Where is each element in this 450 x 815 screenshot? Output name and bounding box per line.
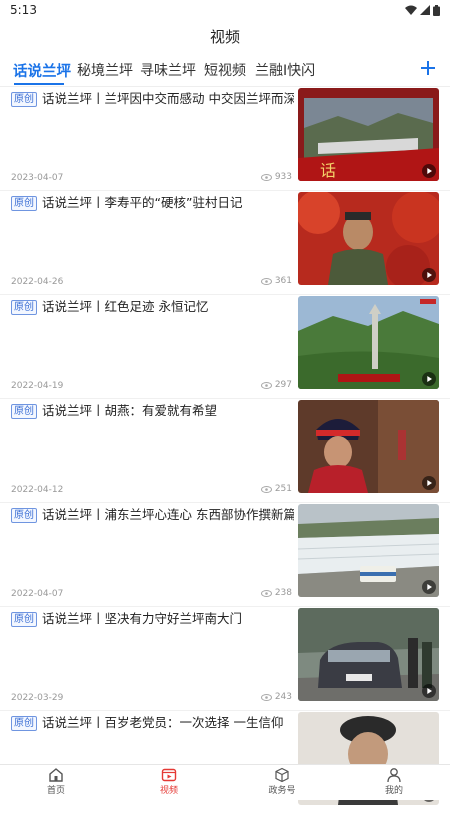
play-icon[interactable] [422, 372, 436, 386]
nav-government[interactable]: 政务号 [252, 767, 312, 796]
battery-icon [433, 4, 440, 16]
view-count-value: 251 [274, 484, 292, 494]
item-date: 2022-04-07 [11, 589, 64, 599]
cube-icon [275, 767, 289, 783]
eye-icon [260, 173, 272, 181]
play-icon[interactable] [422, 268, 436, 282]
list-item[interactable]: 原创 话说兰坪丨胡燕：有爱就有希望 2022-04-12 251 [0, 399, 450, 503]
play-icon[interactable] [422, 684, 436, 698]
view-count: 243 [260, 692, 292, 702]
item-title[interactable]: 话说兰坪丨李寿平的“硬核”驻村日记 [42, 194, 294, 212]
list-item[interactable]: 原创 话说兰坪丨红色足迹 永恒记忆 2022-04-19 297 [0, 295, 450, 399]
item-title[interactable]: 话说兰坪丨红色足迹 永恒记忆 [42, 298, 294, 316]
view-count-value: 243 [274, 692, 292, 702]
play-icon[interactable] [422, 476, 436, 490]
eye-icon [260, 277, 272, 285]
item-title[interactable]: 话说兰坪丨坚决有力守好兰坪南大门 [42, 610, 294, 628]
eye-icon [260, 381, 272, 389]
status-time: 5:13 [10, 3, 37, 17]
item-title[interactable]: 话说兰坪丨百岁老党员：一次选择 一生信仰 [42, 714, 294, 732]
original-badge: 原创 [11, 716, 37, 731]
tab-short-video[interactable]: 短视频 [204, 60, 246, 80]
view-count-value: 933 [274, 172, 292, 182]
item-date: 2022-04-19 [11, 381, 64, 391]
eye-icon [260, 589, 272, 597]
active-tab-indicator [14, 83, 64, 85]
wifi-icon [405, 5, 417, 15]
nav-video[interactable]: 视频 [139, 767, 199, 796]
home-icon [49, 768, 63, 782]
view-count: 297 [260, 380, 292, 390]
original-badge: 原创 [11, 92, 37, 107]
add-icon[interactable] [418, 58, 438, 78]
original-badge: 原创 [11, 612, 37, 627]
view-count: 238 [260, 588, 292, 598]
view-count-value: 238 [274, 588, 292, 598]
nav-home[interactable]: 首页 [26, 767, 86, 796]
category-tabs: 话说兰坪 秘境兰坪 寻味兰坪 短视频 兰融I快闪 [0, 56, 450, 86]
view-count-value: 297 [274, 380, 292, 390]
video-icon [161, 768, 177, 782]
item-date: 2022-04-26 [11, 277, 64, 287]
item-title[interactable]: 话说兰坪丨浦东兰坪心连心 东西部协作撰新篇 [42, 506, 294, 524]
tab-lanrong-flash[interactable]: 兰融I快闪 [255, 60, 315, 80]
nav-profile[interactable]: 我的 [364, 767, 424, 796]
nav-label: 政务号 [268, 786, 296, 796]
eye-icon [260, 485, 272, 493]
video-thumbnail[interactable] [298, 296, 439, 389]
view-count: 251 [260, 484, 292, 494]
status-icons [405, 4, 440, 16]
video-thumbnail[interactable] [298, 608, 439, 701]
nav-label: 我的 [384, 786, 403, 796]
view-count: 361 [260, 276, 292, 286]
video-thumbnail[interactable] [298, 192, 439, 285]
bottom-nav: 首页 视频 政务号 我的 [0, 764, 450, 800]
tab-mijing-lanping[interactable]: 秘境兰坪 [77, 60, 133, 80]
list-item[interactable]: 原创 话说兰坪丨浦东兰坪心连心 东西部协作撰新篇 2022-04-07 238 [0, 503, 450, 607]
video-thumbnail[interactable]: 话 [298, 88, 439, 181]
svg-text:话: 话 [320, 161, 336, 180]
item-title[interactable]: 话说兰坪丨兰坪因中交而感动 中交因兰坪而深情 [42, 90, 294, 108]
view-count-value: 361 [274, 276, 292, 286]
nav-label: 视频 [159, 786, 178, 796]
tab-huashuo-lanping[interactable]: 话说兰坪 [13, 60, 71, 81]
eye-icon [260, 693, 272, 701]
original-badge: 原创 [11, 508, 37, 523]
original-badge: 原创 [11, 300, 37, 315]
play-icon[interactable] [422, 580, 436, 594]
list-item[interactable]: 原创 话说兰坪丨李寿平的“硬核”驻村日记 2022-04-26 361 [0, 191, 450, 295]
nav-label: 首页 [46, 786, 65, 796]
item-date: 2022-03-29 [11, 693, 64, 703]
user-icon [387, 768, 401, 783]
original-badge: 原创 [11, 196, 37, 211]
original-badge: 原创 [11, 404, 37, 419]
video-thumbnail[interactable] [298, 504, 439, 597]
view-count: 933 [260, 172, 292, 182]
tab-xunwei-lanping[interactable]: 寻味兰坪 [140, 60, 196, 80]
item-date: 2023-04-07 [11, 173, 64, 183]
page-title: 视频 [209, 28, 240, 46]
list-item[interactable]: 原创 话说兰坪丨兰坪因中交而感动 中交因兰坪而深情 2023-04-07 933… [0, 87, 450, 191]
status-bar: 5:13 [0, 0, 450, 20]
item-date: 2022-04-12 [11, 485, 64, 495]
play-icon[interactable] [422, 164, 436, 178]
signal-icon [420, 5, 430, 15]
list-item[interactable]: 原创 话说兰坪丨坚决有力守好兰坪南大门 2022-03-29 243 [0, 607, 450, 711]
item-title[interactable]: 话说兰坪丨胡燕：有爱就有希望 [42, 402, 294, 420]
video-thumbnail[interactable] [298, 400, 439, 493]
